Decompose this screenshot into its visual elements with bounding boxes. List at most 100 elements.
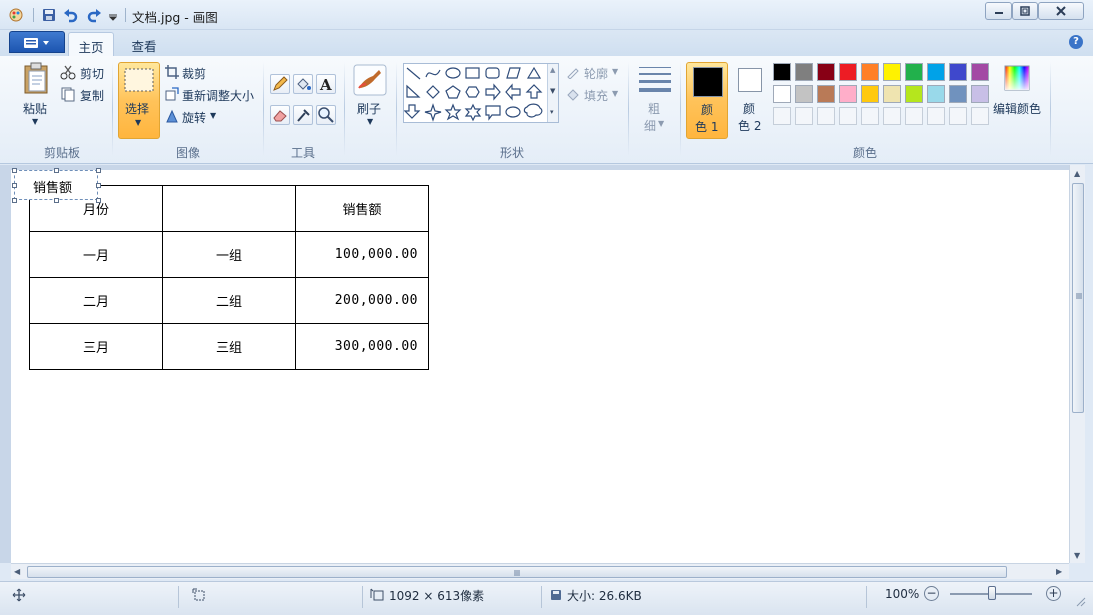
custom-color-slot[interactable]	[905, 107, 923, 125]
palette-swatch[interactable]	[971, 63, 989, 81]
palette-swatch[interactable]	[949, 63, 967, 81]
custom-color-slot[interactable]	[839, 107, 857, 125]
color-picker-button[interactable]	[293, 105, 313, 125]
palette-swatch[interactable]	[861, 63, 879, 81]
palette-swatch[interactable]	[795, 63, 813, 81]
brushes-label[interactable]: 刷子	[357, 100, 381, 117]
crop-button[interactable]: 裁剪	[182, 65, 206, 82]
brush-icon[interactable]	[353, 64, 387, 96]
minimize-button[interactable]	[985, 2, 1012, 20]
resize-icon[interactable]	[165, 87, 179, 101]
size-label-top[interactable]: 粗	[648, 100, 660, 117]
edit-colors-icon[interactable]	[1003, 64, 1031, 94]
shapes-gallery-scroll[interactable]: ▲ ▼ ▾	[547, 64, 558, 122]
scroll-up-icon[interactable]: ▲	[1074, 169, 1080, 178]
rotate-dropdown-icon[interactable]: ▼	[210, 111, 216, 120]
fill-shape-icon[interactable]	[566, 87, 580, 101]
rotate-icon[interactable]	[165, 109, 179, 123]
size-dropdown-icon[interactable]: ▼	[658, 119, 664, 128]
selection-handle[interactable]	[12, 198, 17, 203]
scroll-down-icon[interactable]: ▼	[1074, 551, 1080, 560]
restore-button[interactable]	[1012, 2, 1038, 20]
rotate-button[interactable]: 旋转	[182, 109, 206, 126]
outline-icon[interactable]	[566, 65, 580, 79]
paste-dropdown-icon[interactable]: ▼	[32, 117, 38, 126]
save-icon[interactable]	[41, 7, 57, 23]
pencil-button[interactable]	[270, 74, 290, 94]
zoom-out-button[interactable]: −	[924, 586, 939, 601]
tab-view[interactable]: 查看	[122, 32, 166, 56]
redo-icon[interactable]	[86, 7, 102, 23]
brushes-dropdown-icon[interactable]: ▼	[367, 117, 373, 126]
custom-color-slot[interactable]	[795, 107, 813, 125]
custom-color-slot[interactable]	[883, 107, 901, 125]
copy-icon[interactable]	[60, 86, 76, 102]
color-2-label-bottom[interactable]: 色 2	[738, 117, 761, 134]
help-icon[interactable]: ?	[1069, 35, 1083, 49]
color-2-swatch[interactable]	[738, 68, 762, 92]
palette-swatch[interactable]	[927, 63, 945, 81]
color-2-label-top[interactable]: 颜	[743, 100, 755, 117]
scroll-right-icon[interactable]: ▶	[1056, 567, 1062, 576]
palette-swatch[interactable]	[883, 63, 901, 81]
selection-handle[interactable]	[12, 168, 17, 173]
palette-swatch[interactable]	[773, 63, 791, 81]
custom-color-slot[interactable]	[949, 107, 967, 125]
vertical-scrollbar[interactable]: ▲ ▼	[1069, 165, 1085, 563]
fill-shape-button[interactable]: 填充	[584, 87, 608, 104]
palette-swatch[interactable]	[839, 85, 857, 103]
zoom-in-button[interactable]: +	[1046, 586, 1061, 601]
palette-swatch[interactable]	[839, 63, 857, 81]
custom-color-slot[interactable]	[861, 107, 879, 125]
selection-handle[interactable]	[54, 198, 59, 203]
palette-swatch[interactable]	[905, 85, 923, 103]
gallery-down-icon[interactable]: ▼	[550, 87, 555, 95]
magnifier-button[interactable]	[316, 105, 336, 125]
paste-label[interactable]: 粘贴	[23, 100, 47, 117]
zoom-slider-thumb[interactable]	[988, 586, 996, 600]
palette-swatch[interactable]	[927, 85, 945, 103]
paint-menu-button[interactable]	[9, 31, 65, 53]
eraser-button[interactable]	[270, 105, 290, 125]
text-button[interactable]: A	[316, 74, 336, 94]
palette-swatch[interactable]	[817, 63, 835, 81]
resize-grip-icon[interactable]	[1075, 596, 1087, 608]
line-size-icon[interactable]	[637, 64, 673, 94]
cut-button[interactable]: 剪切	[80, 65, 104, 82]
selection-handle[interactable]	[54, 168, 59, 173]
fill-dropdown-icon[interactable]: ▼	[612, 89, 618, 98]
palette-swatch[interactable]	[861, 85, 879, 103]
resize-button[interactable]: 重新调整大小	[182, 87, 254, 104]
paint-app-icon[interactable]	[8, 7, 24, 23]
size-label-bottom[interactable]: 细	[644, 117, 656, 134]
palette-swatch[interactable]	[949, 85, 967, 103]
selection-handle[interactable]	[96, 168, 101, 173]
horizontal-scroll-thumb[interactable]	[27, 566, 1007, 578]
close-button[interactable]	[1038, 2, 1084, 20]
custom-color-slot[interactable]	[971, 107, 989, 125]
palette-swatch[interactable]	[773, 85, 791, 103]
shapes-gallery[interactable]: ▲ ▼ ▾	[403, 63, 559, 123]
undo-icon[interactable]	[63, 7, 79, 23]
custom-color-slot[interactable]	[927, 107, 945, 125]
copy-button[interactable]: 复制	[80, 87, 104, 104]
palette-swatch[interactable]	[971, 85, 989, 103]
cut-icon[interactable]	[60, 64, 76, 80]
custom-color-slot[interactable]	[773, 107, 791, 125]
palette-swatch[interactable]	[795, 85, 813, 103]
paste-icon[interactable]	[22, 62, 50, 94]
tab-home[interactable]: 主页	[68, 32, 114, 56]
gallery-more-icon[interactable]: ▾	[550, 108, 554, 116]
palette-swatch[interactable]	[883, 85, 901, 103]
palette-swatch[interactable]	[905, 63, 923, 81]
customize-toolbar-icon[interactable]	[107, 7, 123, 23]
scroll-left-icon[interactable]: ◀	[14, 567, 20, 576]
gallery-up-icon[interactable]: ▲	[550, 66, 555, 74]
edit-colors-button[interactable]: 编辑颜色	[993, 100, 1041, 117]
vertical-scroll-thumb[interactable]	[1072, 183, 1084, 413]
fill-button[interactable]	[293, 74, 313, 94]
palette-swatch[interactable]	[817, 85, 835, 103]
custom-color-slot[interactable]	[817, 107, 835, 125]
selection-handle[interactable]	[12, 183, 17, 188]
selection-handle[interactable]	[96, 198, 101, 203]
